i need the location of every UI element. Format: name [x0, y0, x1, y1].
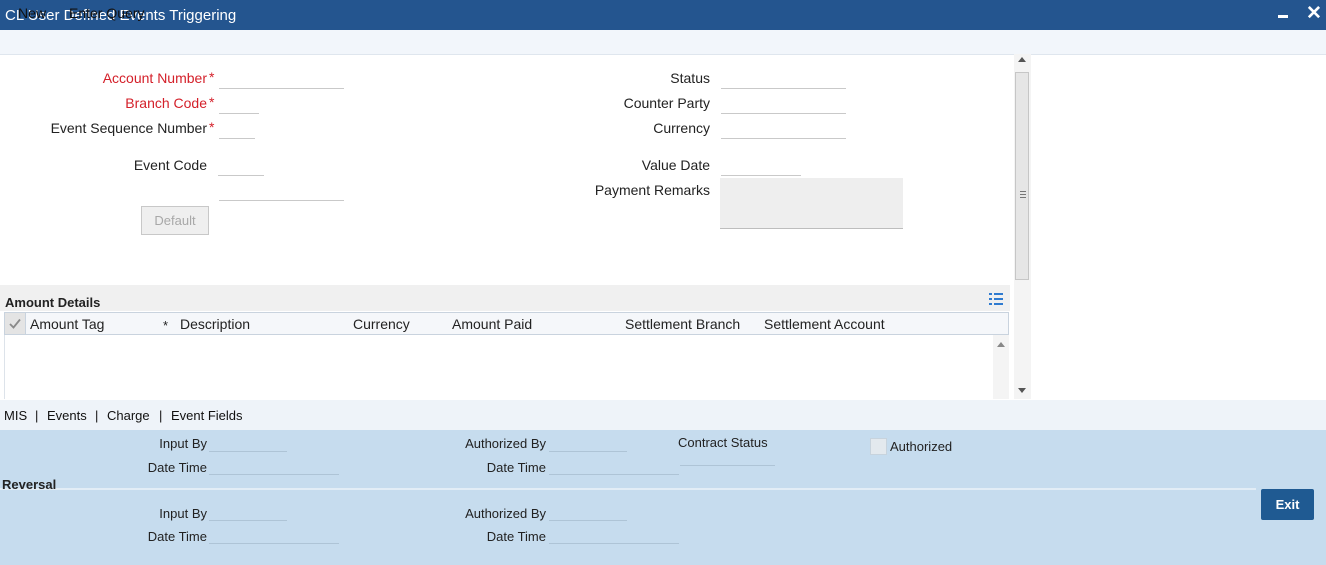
contract-status-label: Contract Status [678, 435, 768, 450]
new-menu-item[interactable]: New [18, 5, 46, 21]
tab-separator: | [35, 408, 39, 423]
payment-remarks-textarea[interactable] [720, 178, 903, 229]
tab-mis[interactable]: MIS [4, 408, 27, 423]
reversal-authorized-by-label: Authorized By [465, 506, 546, 521]
tab-event-fields[interactable]: Event Fields [171, 408, 243, 423]
contract-status-value [680, 465, 775, 466]
value-date-input[interactable] [721, 157, 801, 176]
branch-code-label: Branch Code [125, 95, 207, 111]
authorized-label: Authorized [890, 439, 953, 454]
required-mark: * [209, 94, 215, 110]
event-description-input[interactable] [219, 182, 344, 201]
checkmark-icon [9, 318, 21, 329]
input-by-label: Input By [159, 436, 207, 451]
authorized-by-value [549, 451, 627, 452]
counter-party-input[interactable] [721, 95, 846, 114]
event-sequence-number-input[interactable] [219, 120, 255, 139]
grid-scrollbar[interactable] [993, 335, 1009, 399]
exit-button[interactable]: Exit [1261, 489, 1314, 520]
column-header-amount-tag: Amount Tag [30, 316, 105, 332]
currency-label: Currency [653, 120, 710, 136]
status-input[interactable] [721, 70, 846, 89]
scrollbar-thumb[interactable] [1015, 72, 1029, 280]
reversal-authorized-date-time-value [549, 543, 679, 544]
account-number-input[interactable] [219, 70, 344, 89]
tab-events[interactable]: Events [47, 408, 87, 423]
amount-details-title: Amount Details [5, 295, 101, 310]
tab-charge[interactable]: Charge [107, 408, 150, 423]
column-header-currency: Currency [353, 316, 410, 332]
required-mark: * [163, 318, 169, 333]
account-number-label: Account Number [102, 70, 207, 86]
minimize-icon[interactable] [1276, 5, 1290, 23]
list-view-icon[interactable] [988, 292, 1004, 306]
column-header-amount-paid: Amount Paid [452, 316, 533, 332]
column-header-settlement-account: Settlement Account [764, 316, 885, 332]
select-all-checkbox[interactable] [5, 313, 26, 334]
event-code-label: Event Code [133, 157, 207, 173]
enter-query-menu-item[interactable]: Enter Query [69, 5, 144, 21]
event-code-input[interactable] [218, 157, 264, 176]
reversal-date-time-label: Date Time [147, 529, 207, 544]
reversal-heading: Reversal [2, 477, 57, 492]
authorized-checkbox[interactable] [870, 438, 887, 455]
payment-remarks-label: Payment Remarks [594, 182, 710, 198]
reversal-input-by-label: Input By [159, 506, 207, 521]
counter-party-label: Counter Party [623, 95, 710, 111]
scroll-down-icon[interactable] [1018, 388, 1026, 393]
tab-separator: | [95, 408, 99, 423]
column-header-description: Description [180, 316, 251, 332]
date-time-value [209, 474, 339, 475]
default-button[interactable]: Default [141, 206, 209, 235]
reversal-divider [0, 488, 1256, 490]
reversal-input-by-value [209, 520, 287, 521]
status-label: Status [670, 70, 710, 86]
tab-separator: | [159, 408, 163, 423]
currency-input[interactable] [721, 120, 846, 139]
date-time-label: Date Time [147, 460, 207, 475]
reversal-authorized-date-time-label: Date Time [486, 529, 546, 544]
column-header-settlement-branch: Settlement Branch [625, 316, 741, 332]
scroll-up-icon[interactable] [1018, 57, 1026, 62]
event-sequence-number-label: Event Sequence Number [50, 120, 207, 136]
menu-bar [0, 30, 1326, 55]
close-icon[interactable]: ✕ [1305, 4, 1323, 24]
authorized-by-label: Authorized By [465, 436, 546, 451]
authorized-date-time-label: Date Time [486, 460, 546, 475]
reversal-authorized-by-value [549, 520, 627, 521]
reversal-date-time-value [209, 543, 339, 544]
required-mark: * [209, 119, 215, 135]
required-mark: * [209, 69, 215, 85]
amount-details-header [0, 285, 1010, 311]
grid-scroll-up-icon[interactable] [997, 342, 1005, 347]
page-scrollbar[interactable] [1014, 54, 1031, 399]
branch-code-input[interactable] [219, 95, 259, 114]
amount-grid-body [4, 335, 993, 399]
input-by-value [209, 451, 287, 452]
authorized-date-time-value [549, 474, 679, 475]
value-date-label: Value Date [641, 157, 710, 173]
